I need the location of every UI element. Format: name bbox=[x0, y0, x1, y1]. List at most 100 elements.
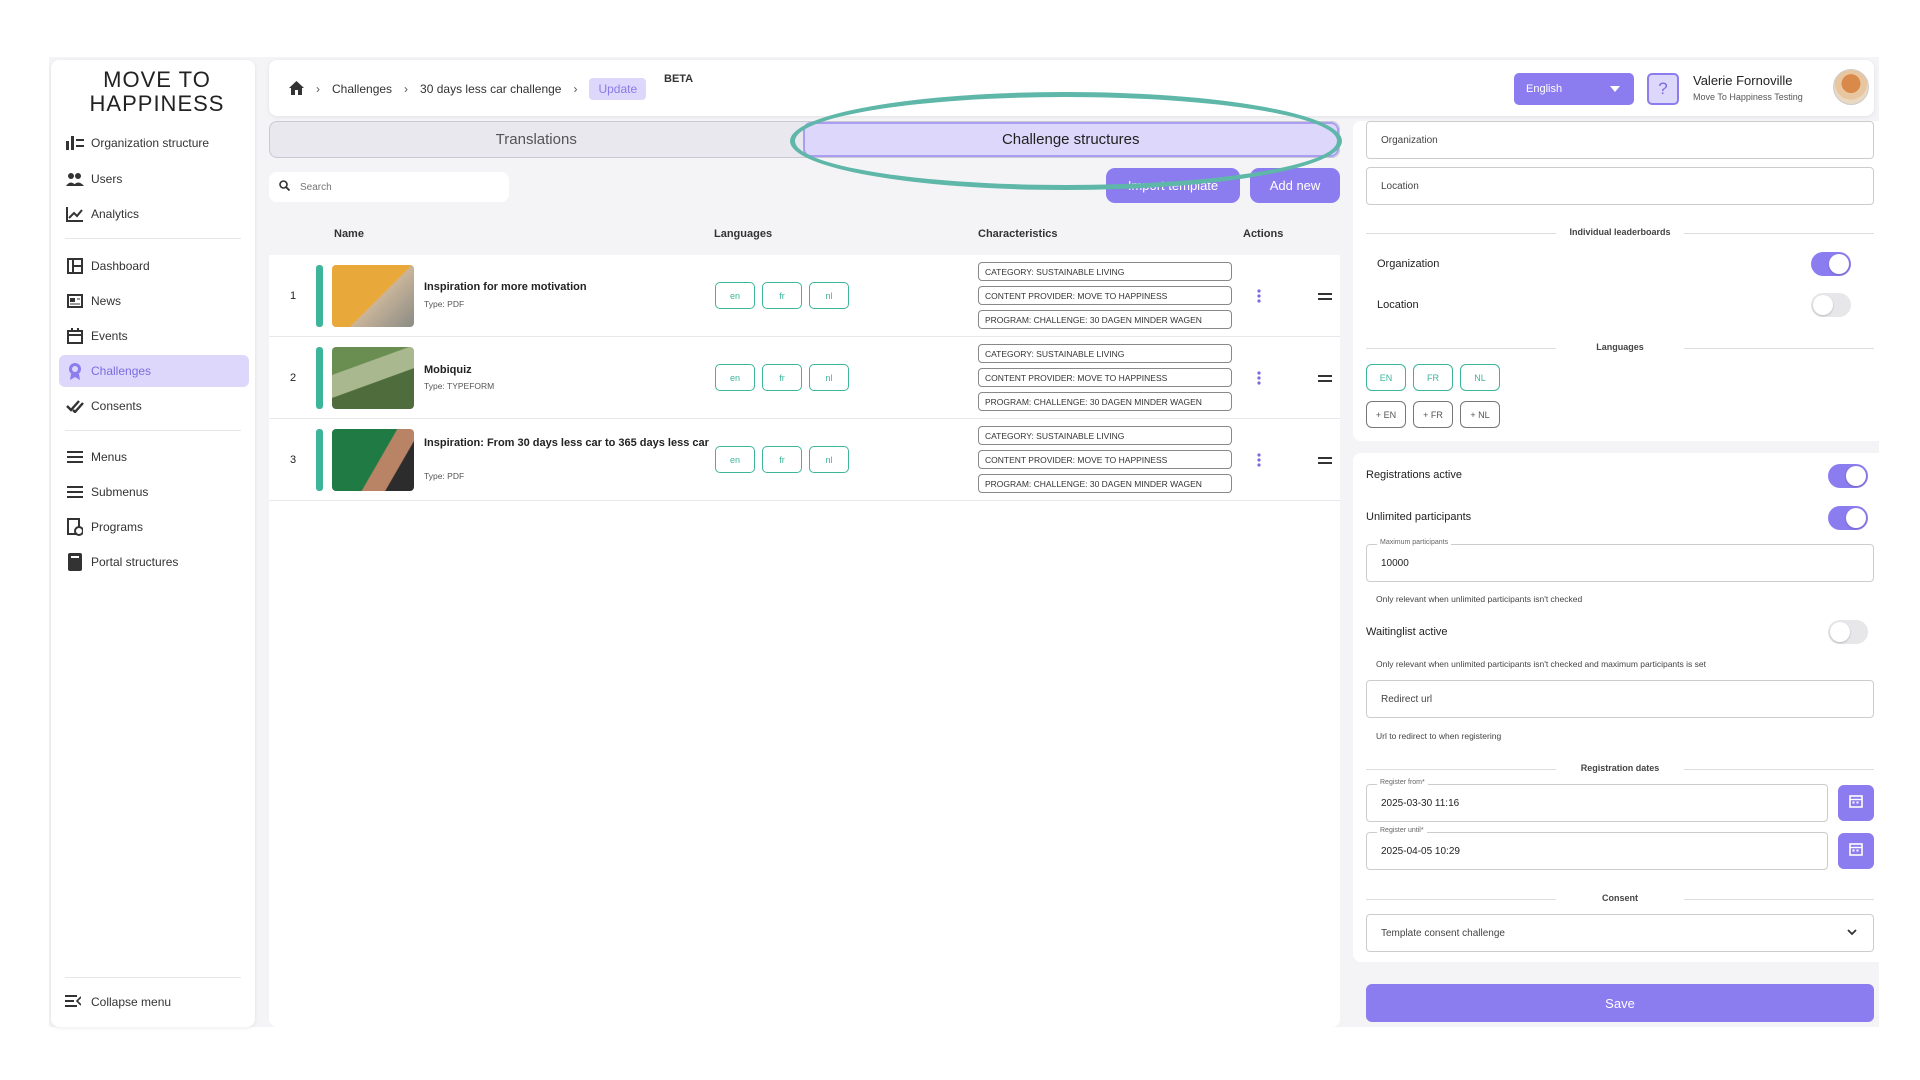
waitinglist-active-toggle[interactable] bbox=[1828, 620, 1868, 644]
register-from-field[interactable]: Register from* 2025-03-30 11:16 bbox=[1366, 779, 1828, 822]
characteristic-chip: PROGRAM: CHALLENGE: 30 DAGEN MINDER WAGE… bbox=[978, 392, 1232, 411]
characteristic-chip: CATEGORY: SUSTAINABLE LIVING bbox=[978, 344, 1232, 363]
lang-chip-fr[interactable]: fr bbox=[762, 446, 802, 473]
consent-select[interactable]: Template consent challenge bbox=[1366, 914, 1874, 952]
sidebar-item-events[interactable]: Events bbox=[59, 320, 249, 352]
lb-location-label: Location bbox=[1377, 299, 1419, 311]
kebab-menu-icon[interactable] bbox=[1257, 371, 1261, 385]
search-icon bbox=[279, 180, 291, 194]
organization-field[interactable]: Organization bbox=[1366, 121, 1874, 159]
avatar[interactable] bbox=[1833, 69, 1869, 105]
lb-organization-toggle[interactable] bbox=[1811, 252, 1851, 276]
lang-chip-nl[interactable]: nl bbox=[809, 364, 849, 391]
characteristic-chip: CATEGORY: SUSTAINABLE LIVING bbox=[978, 426, 1232, 445]
breadcrumb-challenges[interactable]: Challenges bbox=[332, 82, 392, 96]
search-input[interactable] bbox=[300, 181, 480, 193]
registrations-active-toggle[interactable] bbox=[1828, 464, 1868, 488]
sidebar-item-news[interactable]: News bbox=[59, 285, 249, 317]
add-language-nl-button[interactable]: + NL bbox=[1460, 401, 1500, 428]
max-participants-field[interactable]: Maximum participants 10000 bbox=[1366, 539, 1874, 582]
collapse-menu-button[interactable]: Collapse menu bbox=[59, 987, 171, 1017]
import-template-button[interactable]: Import template bbox=[1106, 168, 1240, 203]
waitinglist-hint: Only relevant when unlimited participant… bbox=[1376, 659, 1706, 669]
sidebar-item-users[interactable]: Users bbox=[59, 163, 249, 195]
save-button[interactable]: Save bbox=[1366, 984, 1874, 1022]
top-bar: › Challenges › 30 days less car challeng… bbox=[269, 60, 1874, 116]
register-from-calendar-button[interactable] bbox=[1838, 785, 1874, 821]
kebab-menu-icon[interactable] bbox=[1257, 289, 1261, 303]
collapse-menu-label: Collapse menu bbox=[91, 995, 172, 1009]
row-number: 1 bbox=[290, 290, 297, 302]
unlimited-participants-toggle[interactable] bbox=[1828, 506, 1868, 530]
register-from-label: Register from* bbox=[1377, 779, 1428, 786]
table-row[interactable]: 2 Mobiquiz Type: TYPEFORM en fr nl CATEG… bbox=[269, 337, 1340, 419]
location-field[interactable]: Location bbox=[1366, 167, 1874, 205]
lang-chip-nl[interactable]: nl bbox=[809, 446, 849, 473]
tab-challenge-structures[interactable]: Challenge structures bbox=[802, 122, 1339, 157]
help-button[interactable]: ? bbox=[1647, 73, 1679, 105]
add-language-fr-button[interactable]: + FR bbox=[1413, 401, 1453, 428]
user-organization: Move To Happiness Testing bbox=[1693, 92, 1803, 102]
double-check-icon bbox=[65, 396, 85, 416]
lang-chip-nl[interactable]: nl bbox=[809, 282, 849, 309]
kebab-menu-icon[interactable] bbox=[1257, 453, 1261, 467]
toggle-knob bbox=[1846, 466, 1866, 486]
lang-chip-en[interactable]: en bbox=[715, 282, 755, 309]
register-until-value: 2025-04-05 10:29 bbox=[1381, 845, 1460, 857]
tab-translations[interactable]: Translations bbox=[270, 122, 803, 157]
sidebar-item-submenus[interactable]: Submenus bbox=[59, 476, 249, 508]
sidebar-item-organization-structure[interactable]: Organization structure bbox=[59, 127, 249, 159]
redirect-url-hint: Url to redirect to when registering bbox=[1376, 731, 1502, 741]
sidebar-item-menus[interactable]: Menus bbox=[59, 441, 249, 473]
language-select[interactable]: English bbox=[1514, 73, 1634, 105]
sidebar-item-consents[interactable]: Consents bbox=[59, 390, 249, 422]
drag-handle-icon[interactable] bbox=[1318, 375, 1332, 385]
register-until-calendar-button[interactable] bbox=[1838, 833, 1874, 869]
sidebar-item-label: Dashboard bbox=[91, 259, 150, 273]
breadcrumb-separator: › bbox=[404, 82, 409, 96]
lb-location-toggle[interactable] bbox=[1811, 293, 1851, 317]
table-header: Name Languages Characteristics Actions bbox=[269, 213, 1340, 255]
row-type: Type: PDF bbox=[424, 299, 465, 309]
lang-chip-fr[interactable]: fr bbox=[762, 282, 802, 309]
caret-down-icon bbox=[1610, 86, 1620, 92]
section-title-leaderboards: Individual leaderboards bbox=[1366, 227, 1874, 237]
register-until-field[interactable]: Register until* 2025-04-05 10:29 bbox=[1366, 827, 1828, 870]
sidebar-item-dashboard[interactable]: Dashboard bbox=[59, 250, 249, 282]
sidebar-item-analytics[interactable]: Analytics bbox=[59, 198, 249, 230]
lang-chip-en[interactable]: en bbox=[715, 364, 755, 391]
language-en-button[interactable]: EN bbox=[1366, 364, 1406, 391]
sidebar-item-programs[interactable]: Programs bbox=[59, 511, 249, 543]
breadcrumb-separator: › bbox=[316, 82, 320, 96]
add-new-button[interactable]: Add new bbox=[1250, 168, 1340, 203]
organization-placeholder: Organization bbox=[1381, 134, 1438, 146]
brand-logo: MOVE TO HAPPINESS bbox=[87, 68, 227, 120]
lang-chip-fr[interactable]: fr bbox=[762, 364, 802, 391]
max-participants-value: 10000 bbox=[1381, 557, 1409, 569]
drag-handle-icon[interactable] bbox=[1318, 293, 1332, 303]
drag-handle-icon[interactable] bbox=[1318, 457, 1332, 467]
calendar-icon bbox=[1849, 842, 1863, 861]
add-language-en-button[interactable]: + EN bbox=[1366, 401, 1406, 428]
sidebar-item-label: Analytics bbox=[91, 207, 140, 221]
breadcrumb-separator: › bbox=[573, 82, 578, 96]
breadcrumb-challenge[interactable]: 30 days less car challenge bbox=[420, 82, 561, 96]
leaderboard-panel: Organization Location Individual leaderb… bbox=[1353, 121, 1887, 441]
brand-line-1: MOVE TO bbox=[103, 67, 211, 92]
language-fr-button[interactable]: FR bbox=[1413, 364, 1453, 391]
sidebar-item-challenges[interactable]: Challenges bbox=[59, 355, 249, 387]
table-row[interactable]: 1 Inspiration for more motivation Type: … bbox=[269, 255, 1340, 337]
lang-chip-en[interactable]: en bbox=[715, 446, 755, 473]
max-participants-hint: Only relevant when unlimited participant… bbox=[1376, 594, 1583, 604]
sidebar-item-portal-structures[interactable]: Portal structures bbox=[59, 546, 249, 578]
tab-bar: Translations Challenge structures bbox=[269, 121, 1340, 158]
home-icon[interactable] bbox=[289, 80, 304, 98]
award-icon bbox=[65, 361, 85, 381]
row-type: Type: PDF bbox=[424, 471, 465, 481]
table-row[interactable]: 3 Inspiration: From 30 days less car to … bbox=[269, 419, 1340, 501]
search-box bbox=[269, 172, 509, 202]
analytics-icon bbox=[65, 204, 85, 224]
language-nl-button[interactable]: NL bbox=[1460, 364, 1500, 391]
redirect-url-field[interactable]: Redirect url bbox=[1366, 680, 1874, 718]
section-title-registration-dates: Registration dates bbox=[1366, 763, 1874, 773]
